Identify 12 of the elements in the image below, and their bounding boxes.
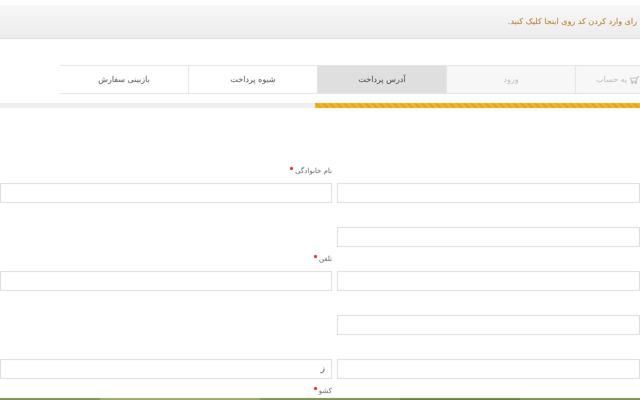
input-field[interactable]: [337, 359, 640, 379]
checkout-step-tab[interactable]: آدرس پرداخت: [318, 66, 447, 93]
input-field[interactable]: [337, 227, 640, 247]
required-mark: [290, 167, 294, 170]
input-field[interactable]: ز: [0, 359, 332, 379]
input-field[interactable]: [337, 271, 640, 291]
input-field[interactable]: [0, 271, 332, 291]
input-field[interactable]: [337, 315, 640, 335]
required-mark: [314, 387, 317, 390]
input-field[interactable]: [337, 183, 640, 203]
required-mark: [314, 255, 317, 258]
input-field[interactable]: [0, 183, 332, 203]
